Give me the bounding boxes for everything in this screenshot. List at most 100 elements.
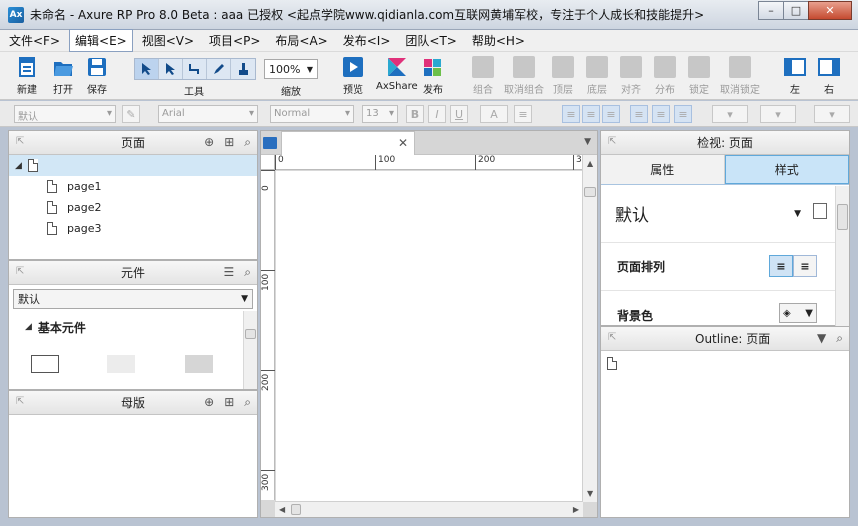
inspector-scrollbar[interactable] [835,186,849,326]
bg-color-picker[interactable]: ◈ ▼ [779,303,817,323]
font-color-button[interactable]: A [480,105,508,123]
maximize-button[interactable]: □ [783,1,809,20]
menu-edit[interactable]: 编辑<E> [69,29,133,52]
canvas-horizontal-scrollbar[interactable]: ◀ ▶ [275,501,583,517]
collapse-icon[interactable]: ⇱ [16,266,24,277]
search-icon[interactable]: ⌕ [244,265,251,280]
widget-library-select[interactable]: 默认 ▼ [13,289,253,309]
collapse-icon[interactable]: ⇱ [608,136,616,147]
align-right-button[interactable]: ≡ [602,105,620,123]
collapse-icon[interactable]: ⇱ [16,396,24,407]
scroll-thumb[interactable] [837,204,848,230]
expand-triangle-icon[interactable]: ◢ [15,161,22,171]
align-left-button[interactable]: ≡ [562,105,580,123]
save-button[interactable]: 保存 [86,56,108,96]
select-intersect-tool[interactable] [135,59,159,79]
filter-icon[interactable]: ▼ [817,331,826,346]
add-page-icon[interactable]: ⊕ [204,135,214,150]
home-icon[interactable] [263,137,277,149]
page-tree-item[interactable]: page2 [9,197,257,218]
collapse-icon[interactable]: ⇱ [16,136,24,147]
publish-button[interactable]: 发布 [422,56,444,96]
page-align-center-button[interactable]: ≡ [793,255,817,277]
minimize-button[interactable]: – [758,1,784,20]
scroll-right-icon[interactable]: ▶ [573,505,579,514]
align-button[interactable]: 对齐 [620,56,642,96]
lock-button[interactable]: 锁定 [688,56,710,96]
bring-to-front-button[interactable]: 顶层 [552,56,574,96]
preview-button[interactable]: 预览 [342,56,364,96]
page-tree-root[interactable]: ◢ [9,155,257,176]
search-icon[interactable]: ⌕ [244,395,251,410]
image-widget[interactable] [185,355,213,373]
ungroup-button[interactable]: 取消组合 [504,56,544,96]
send-to-back-button[interactable]: 底层 [586,56,608,96]
box-widget[interactable] [31,355,59,373]
widgets-scrollbar[interactable] [243,311,257,389]
search-icon[interactable]: ⌕ [244,135,251,150]
tabs-dropdown-icon[interactable]: ▼ [584,137,591,147]
scroll-thumb[interactable] [245,329,256,339]
tab-properties[interactable]: 属性 [601,155,725,184]
add-folder-icon[interactable]: ⊞ [224,135,234,150]
edit-style-icon[interactable] [813,203,827,219]
shadow-button[interactable]: ▾ [760,105,796,123]
style-select[interactable]: 默认 ▾ [14,105,116,123]
scroll-up-icon[interactable]: ▲ [587,159,593,168]
font-select[interactable]: Arial ▾ [158,105,258,123]
open-button[interactable]: 打开 [52,56,74,96]
right-panel-toggle[interactable]: 右 [818,56,840,96]
add-folder-icon[interactable]: ⊞ [224,395,234,410]
italic-button[interactable]: I [428,105,446,123]
zoom-select[interactable]: 100% ▼ [264,59,318,79]
select-contain-tool[interactable] [159,59,183,79]
canvas-tab[interactable]: ✕ [281,131,415,155]
menu-project[interactable]: 项目<P> [203,29,266,52]
close-button[interactable]: ✕ [808,1,852,20]
connector-tool[interactable] [183,59,207,79]
scroll-left-icon[interactable]: ◀ [279,505,285,514]
scroll-down-icon[interactable]: ▼ [587,489,593,498]
valign-bottom-button[interactable]: ≡ [674,105,692,123]
add-master-icon[interactable]: ⊕ [204,395,214,410]
menu-team[interactable]: 团队<T> [399,29,462,52]
border-button[interactable]: ▾ [814,105,850,123]
page-icon[interactable] [607,357,617,370]
menu-view[interactable]: 视图<V> [136,29,200,52]
font-weight-select[interactable]: Normal ▾ [270,105,354,123]
font-size-select[interactable]: 13 ▾ [362,105,398,123]
valign-middle-button[interactable]: ≡ [652,105,670,123]
fill-color-button[interactable]: ▾ [712,105,748,123]
underline-button[interactable]: U [450,105,468,123]
placeholder-widget[interactable] [107,355,135,373]
page-align-left-button[interactable]: ≡ [769,255,793,277]
style-manager-button[interactable]: ✎ [122,105,140,123]
group-button[interactable]: 组合 [472,56,494,96]
page-tree-item[interactable]: page3 [9,218,257,239]
unlock-button[interactable]: 取消锁定 [720,56,760,96]
format-painter-tool[interactable] [231,59,255,79]
widget-section-header[interactable]: ◢ 基本元件 [9,313,257,341]
search-icon[interactable]: ⌕ [836,331,843,346]
tab-style[interactable]: 样式 [724,155,849,184]
page-tree-item[interactable]: page1 [9,176,257,197]
align-center-button[interactable]: ≡ [582,105,600,123]
bold-button[interactable]: B [406,105,424,123]
collapse-icon[interactable]: ⇱ [608,332,616,343]
left-panel-toggle[interactable]: 左 [784,56,806,96]
design-canvas[interactable] [276,171,583,501]
valign-top-button[interactable]: ≡ [630,105,648,123]
menu-icon[interactable]: ☰ [224,265,235,280]
pen-tool[interactable] [207,59,231,79]
menu-file[interactable]: 文件<F> [3,29,66,52]
distribute-button[interactable]: 分布 [654,56,676,96]
bullet-list-button[interactable]: ≡ [514,105,532,123]
scroll-thumb[interactable] [584,187,596,197]
menu-publish[interactable]: 发布<I> [337,29,397,52]
close-tab-icon[interactable]: ✕ [398,136,408,150]
axshare-button[interactable]: AxShare [376,56,418,92]
chevron-down-icon[interactable]: ▼ [794,209,801,219]
new-button[interactable]: 新建 [16,56,38,96]
scroll-thumb[interactable] [291,504,301,515]
canvas-vertical-scrollbar[interactable]: ▲ ▼ [582,155,597,502]
